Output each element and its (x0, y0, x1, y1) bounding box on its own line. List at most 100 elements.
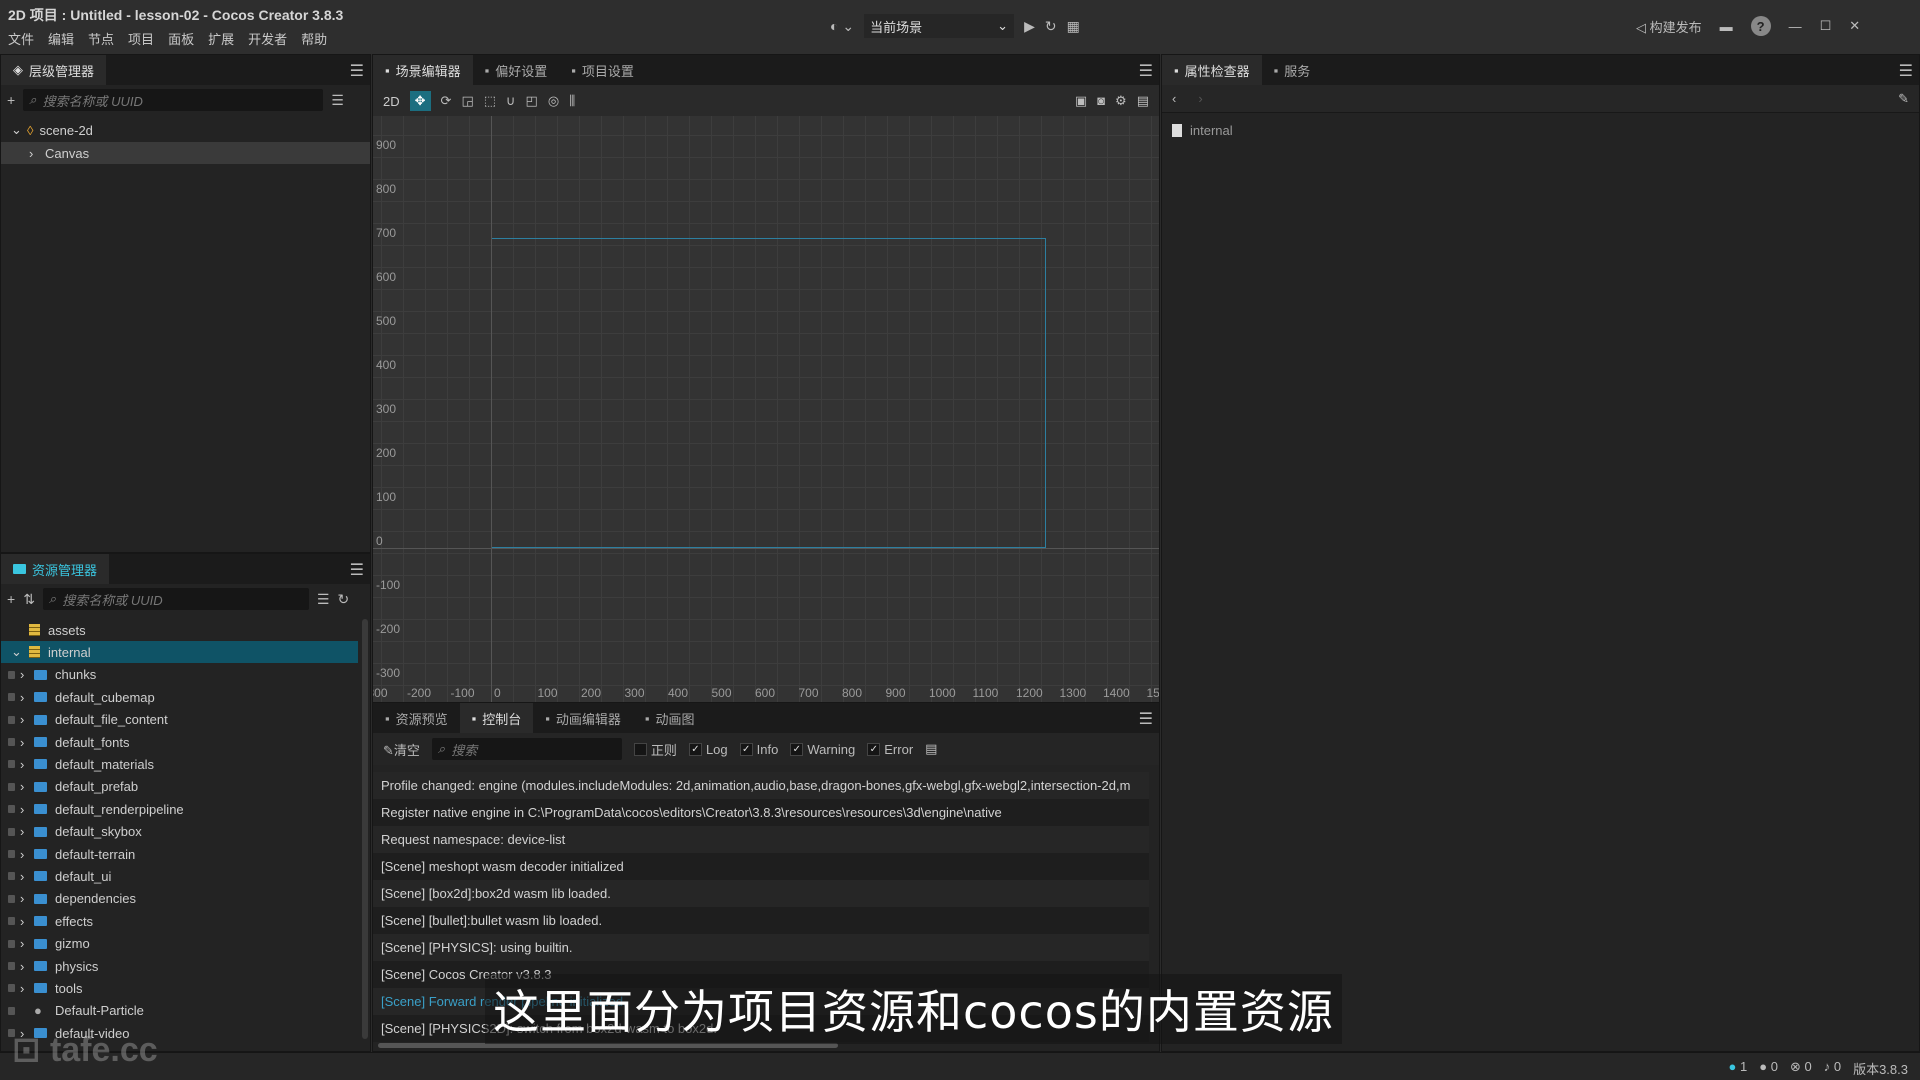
close-icon[interactable]: ✕ (1849, 18, 1860, 34)
asset-item[interactable]: › physics (1, 955, 358, 977)
world-icon[interactable]: ◎ (548, 93, 559, 109)
rotate-tool-icon[interactable]: ⟳ (441, 93, 452, 109)
magnet-icon[interactable]: ∪ (506, 93, 516, 109)
scale-tool-icon[interactable]: ◲ (461, 93, 473, 109)
gear-icon[interactable]: ⚙ (1115, 93, 1127, 109)
asset-item[interactable]: › default_ui (1, 865, 358, 887)
lock-icon[interactable] (8, 805, 15, 814)
notify-count[interactable]: ♪ 0 (1824, 1059, 1841, 1078)
qrcode-icon[interactable]: ▦ (1067, 18, 1080, 35)
log-entry[interactable]: Profile changed: engine (modules.include… (373, 772, 1149, 799)
asset-item[interactable]: › chunks (1, 664, 358, 686)
assets-search-input[interactable]: ⌕ 搜索名称或 UUID (42, 588, 309, 610)
asset-item[interactable]: ›●Default-Particle (1, 1000, 358, 1022)
filter-checkbox[interactable]: ✓ Log (688, 740, 728, 759)
menu-item[interactable]: 开发者 (248, 29, 287, 48)
tab[interactable]: ▪ 资源预览 (373, 703, 460, 733)
tab-assets[interactable]: 资源管理器 (1, 554, 110, 584)
chevron-right-icon[interactable]: › (20, 757, 34, 772)
align-icon[interactable]: ⫼ (569, 93, 575, 109)
asset-item[interactable]: › default_skybox (1, 821, 358, 843)
tab[interactable]: ▪ 服务 (1262, 55, 1323, 85)
add-icon[interactable]: + (7, 591, 15, 607)
menu-item[interactable]: 节点 (88, 29, 114, 48)
assets-scrollbar[interactable] (362, 619, 368, 1039)
asset-item[interactable]: › default-terrain (1, 843, 358, 865)
chevron-right-icon[interactable]: › (20, 847, 34, 862)
chevron-right-icon[interactable]: › (20, 690, 34, 705)
asset-item[interactable]: › dependencies (1, 888, 358, 910)
move-tool-icon[interactable]: ✥ (409, 91, 431, 111)
menu-icon[interactable]: ☰ (1139, 709, 1153, 729)
menu-item[interactable]: 项目 (128, 29, 154, 48)
filter-checkbox[interactable]: 正则 (633, 740, 677, 759)
menu-icon[interactable]: ☰ (350, 560, 364, 580)
asset-item[interactable]: › gizmo (1, 933, 358, 955)
tab[interactable]: ▪ 属性检查器 (1162, 55, 1262, 85)
menu-icon[interactable]: ☰ (350, 61, 364, 81)
log-file-icon[interactable]: ▤ (925, 741, 937, 757)
collapse-icon[interactable]: ☰ (331, 92, 344, 109)
chevron-right-icon[interactable]: › (20, 824, 34, 839)
lock-icon[interactable] (8, 715, 15, 724)
tab[interactable]: ▪ 项目设置 (559, 55, 646, 85)
lock-icon[interactable] (8, 738, 15, 746)
menu-icon[interactable]: ☰ (1899, 61, 1913, 81)
chevron-right-icon[interactable]: › (20, 802, 34, 817)
lock-icon[interactable] (8, 962, 15, 970)
maximize-icon[interactable]: ☐ (1820, 18, 1832, 34)
log-entry[interactable]: [Scene] [box2d]:box2d wasm lib loaded. (373, 880, 1149, 907)
tab[interactable]: ▪ 动画编辑器 (533, 703, 633, 733)
forward-icon[interactable]: › (1198, 91, 1202, 106)
refresh-icon[interactable]: ↻ (1045, 18, 1057, 35)
help-icon[interactable]: ? (1750, 16, 1771, 36)
lock-icon[interactable] (8, 850, 15, 858)
chevron-right-icon[interactable]: › (20, 667, 34, 682)
pin-icon[interactable]: ✎ (1898, 91, 1909, 107)
sort-icon[interactable]: ⇅ (23, 591, 35, 608)
scene-viewport[interactable]: 900 800 700 600 500 400 300 200 100 0 -100 -200 -300… (373, 116, 1159, 702)
chevron-down-icon[interactable]: ⌄ (11, 644, 29, 660)
lock-icon[interactable] (8, 894, 15, 903)
warning-count[interactable]: ● 0 (1759, 1059, 1778, 1078)
minimize-icon[interactable]: — (1789, 19, 1802, 34)
log-entry[interactable]: Register native engine in C:\ProgramData… (373, 799, 1149, 826)
2d-toggle[interactable]: 2D (383, 94, 400, 109)
menu-item[interactable]: 帮助 (301, 29, 327, 48)
asset-item[interactable]: › default_file_content (1, 709, 358, 731)
filter-checkbox[interactable]: ✓ Info (739, 740, 778, 759)
error-count[interactable]: ⊗ 0 (1790, 1059, 1812, 1078)
folder-icon[interactable]: ▬ (1720, 19, 1733, 34)
lock-icon[interactable] (8, 872, 15, 881)
chevron-right-icon[interactable]: › (20, 981, 34, 996)
platform-icon[interactable]: ◐ ⌄ (830, 18, 854, 35)
clear-button[interactable]: ✎清空 (383, 740, 420, 759)
chevron-right-icon[interactable]: › (20, 735, 34, 750)
asset-item[interactable]: ⌄ internal (1, 641, 358, 664)
chevron-right-icon[interactable]: › (20, 959, 34, 974)
snap-icon[interactable]: ▣ (1075, 93, 1087, 109)
chevron-right-icon[interactable]: › (20, 891, 34, 906)
menu-item[interactable]: 面板 (168, 29, 194, 48)
build-button[interactable]: ◁ 构建发布 (1636, 17, 1702, 36)
menu-item[interactable]: 文件 (8, 29, 34, 48)
chevron-right-icon[interactable]: › (20, 936, 34, 951)
lock-icon[interactable] (8, 917, 15, 926)
asset-item[interactable]: assets (1, 619, 358, 641)
asset-item[interactable]: › default_prefab (1, 776, 358, 798)
view-settings-icon[interactable]: ▤ (1137, 93, 1149, 109)
lock-icon[interactable] (8, 939, 15, 948)
asset-item[interactable]: › default_materials (1, 753, 358, 775)
scene-select[interactable]: 当前场景 ⌄ (864, 14, 1015, 38)
filter-icon[interactable]: ☰ (317, 591, 330, 608)
tree-node[interactable]: ⌄ ◊ scene-2d (1, 119, 370, 141)
log-entry[interactable]: [Scene] [PHYSICS]: using builtin. (373, 934, 1149, 961)
asset-item[interactable]: › effects (1, 910, 358, 932)
hierarchy-search-input[interactable]: ⌕ 搜索名称或 UUID (23, 89, 324, 111)
tab[interactable]: ▪ 场景编辑器 (373, 55, 473, 85)
menu-icon[interactable]: ☰ (1139, 61, 1153, 81)
lock-icon[interactable] (8, 827, 15, 836)
asset-item[interactable]: › default_renderpipeline (1, 798, 358, 820)
tree-node[interactable]: › Canvas (1, 142, 370, 164)
tab[interactable]: ▪ 控制台 (459, 703, 534, 733)
